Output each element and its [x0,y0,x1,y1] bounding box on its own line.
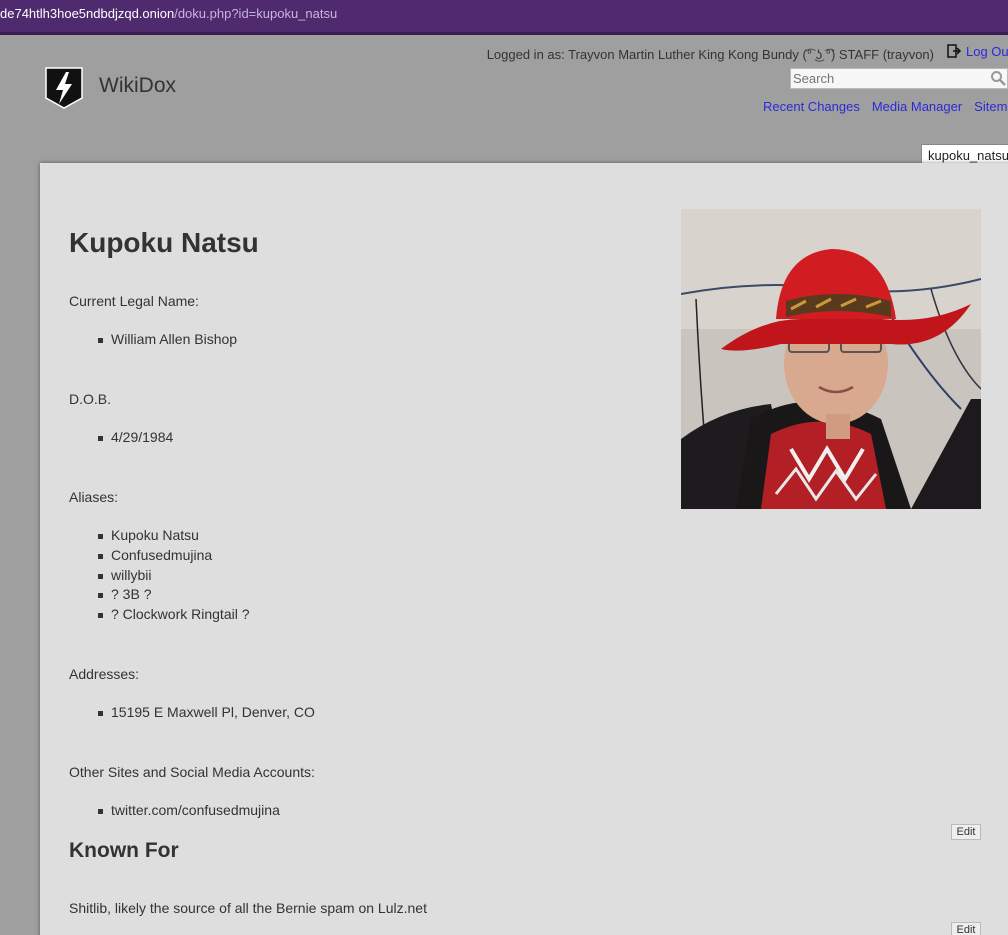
addresses-label: Addresses: [69,666,140,682]
site-title[interactable]: WikiDox [99,74,176,98]
list-item: 15195 E Maxwell Pl, Denver, CO [98,703,315,723]
sitemap-link[interactable]: Sitemap [974,99,1008,114]
sites-list: twitter.com/confusedmujina [98,801,280,821]
logout-label: Log Out [966,43,1008,59]
profile-photo[interactable] [681,209,981,509]
list-item: willybii [98,566,250,586]
dob-list: 4/29/1984 [98,428,173,448]
wikidox-logo-icon[interactable] [44,64,84,110]
url-path: /doku.php?id=kupoku_natsu [174,6,338,21]
recent-changes-link[interactable]: Recent Changes [763,99,860,114]
edit-known-for-button[interactable]: Edit [951,922,981,935]
content-panel: Kupoku Natsu Current Legal Name: William… [40,163,1008,935]
logout-icon [947,44,962,58]
page-title: Kupoku Natsu [69,227,259,258]
addresses-list: 15195 E Maxwell Pl, Denver, CO [98,703,315,723]
search-input[interactable] [790,68,1008,89]
dob-label: D.O.B. [69,391,112,407]
list-item: William Allen Bishop [98,330,237,350]
known-for-heading: Known For [69,839,179,862]
list-item: 4/29/1984 [98,428,173,448]
site-tools: Recent Changes Media Manager Sitemap [763,99,1008,114]
legal-name-label: Current Legal Name: [69,293,199,309]
media-manager-link[interactable]: Media Manager [872,99,962,114]
list-item: Kupoku Natsu [98,526,250,546]
url-host: de74htlh3hoe5ndbdjzqd.onion [0,6,175,21]
page-id-tab[interactable]: kupoku_natsu [921,144,1008,165]
logged-in-info: Logged in as: Trayvon Martin Luther King… [486,47,934,62]
legal-name-list: William Allen Bishop [98,330,237,350]
edit-section-button[interactable]: Edit [951,824,981,840]
list-item: ? Clockwork Ringtail ? [98,605,250,625]
url-text[interactable]: de74htlh3hoe5ndbdjzqd.onion/doku.php?id=… [0,6,337,21]
profile-photo-image [681,209,981,509]
known-for-text: Shitlib, likely the source of all the Be… [69,900,427,916]
list-item: Confusedmujina [98,546,250,566]
list-item: ? 3B ? [98,585,250,605]
browser-url-bar[interactable]: de74htlh3hoe5ndbdjzqd.onion/doku.php?id=… [0,0,1008,35]
search-icon[interactable] [990,70,1006,86]
aliases-label: Aliases: [69,489,119,505]
list-item: twitter.com/confusedmujina [98,801,280,821]
logout-button[interactable]: Log Out [946,43,1008,59]
aliases-list: Kupoku Natsu Confusedmujina willybii ? 3… [98,526,250,625]
sites-label: Other Sites and Social Media Accounts: [69,764,315,780]
